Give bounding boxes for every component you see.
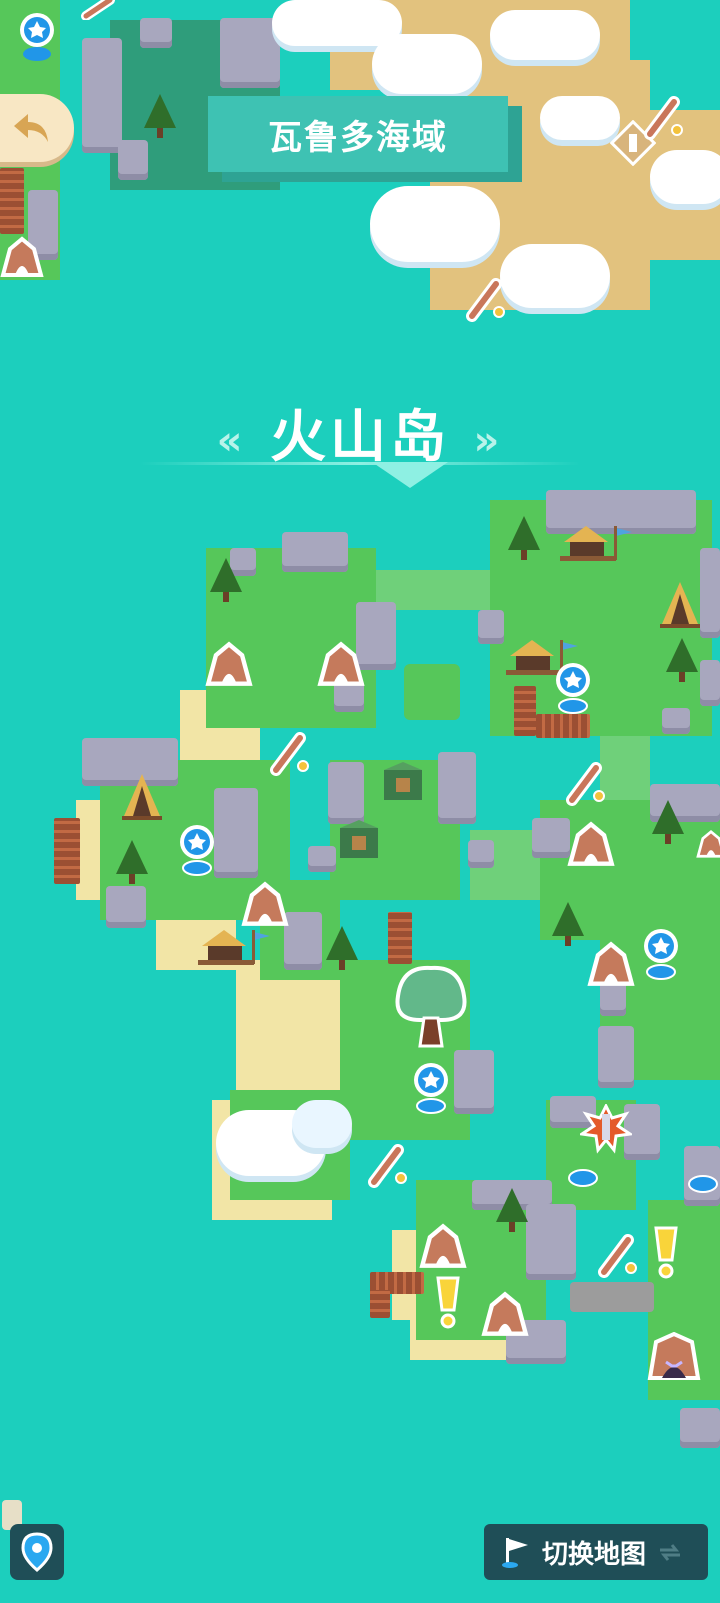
switch-map-button[interactable]: 切换地图: [484, 1524, 708, 1580]
rock: [118, 140, 148, 180]
rock: [438, 752, 476, 824]
wooden-bridge: [370, 1290, 390, 1318]
rock: [700, 548, 720, 638]
rock: [140, 18, 172, 48]
fishing-rod-icon[interactable]: [368, 1144, 408, 1188]
rock: [680, 1408, 720, 1448]
region-name-banner: 瓦鲁多海域: [208, 96, 508, 172]
wooden-bridge: [0, 168, 24, 234]
island-name: 火山岛: [270, 405, 450, 470]
tent-icon[interactable]: [120, 772, 164, 824]
cave-icon[interactable]: [316, 640, 366, 688]
pine-tree-icon: [144, 94, 176, 138]
locate-button[interactable]: [10, 1524, 64, 1580]
rock: [532, 818, 570, 858]
pine-tree-icon: [666, 638, 698, 682]
pine-tree-icon: [652, 800, 684, 844]
shrine-icon[interactable]: [336, 818, 382, 862]
tent-icon[interactable]: [658, 580, 702, 632]
blue-medal-icon[interactable]: [176, 822, 218, 876]
blue-medal-icon[interactable]: [686, 1170, 720, 1194]
region-name: 瓦鲁多海域: [268, 117, 448, 158]
fishing-rod-icon: [466, 278, 505, 322]
cloud: [372, 34, 482, 94]
switch-map-label: 切换地图: [542, 1539, 647, 1570]
cloud: [490, 10, 600, 60]
pine-tree-icon: [508, 516, 540, 560]
rock: [598, 1026, 634, 1088]
pine-tree-icon: [496, 1188, 528, 1232]
pine-tree-icon: [210, 558, 242, 602]
rock: [478, 610, 504, 644]
blue-medal-icon[interactable]: [410, 1060, 452, 1114]
rock: [308, 846, 336, 872]
pine-tree-icon: [552, 902, 584, 946]
blue-medal-icon: [20, 13, 54, 61]
back-arrow-icon: [14, 114, 48, 142]
battle-sword-icon[interactable]: [580, 1104, 632, 1154]
fishing-rod-icon[interactable]: [598, 1234, 638, 1278]
island-title-right-deco: »: [473, 417, 504, 464]
rock: [454, 1050, 494, 1114]
title-divider: [140, 462, 580, 465]
back-button[interactable]: [0, 94, 74, 162]
island-title: « 火山岛 »: [0, 392, 720, 473]
cave-icon[interactable]: [566, 820, 616, 868]
location-pin-icon: [21, 1532, 53, 1572]
rock: [700, 660, 720, 706]
wooden-bridge: [388, 912, 412, 964]
cycle-arrows-icon: [660, 1544, 681, 1561]
wooden-bridge: [514, 686, 536, 736]
wooden-bridge: [536, 714, 590, 738]
cave-icon[interactable]: [480, 1290, 530, 1338]
stone-bridge: [570, 1282, 654, 1312]
campsite-icon[interactable]: [196, 924, 272, 970]
cave-icon[interactable]: [240, 880, 290, 928]
cave-icon[interactable]: [586, 940, 636, 988]
fishing-rod-icon: [644, 96, 683, 140]
cloud: [292, 1100, 352, 1148]
grass-area: [404, 664, 460, 720]
blue-medal-icon[interactable]: [566, 1164, 600, 1188]
blue-medal-icon[interactable]: [552, 660, 594, 714]
cave-icon[interactable]: [696, 820, 720, 868]
rock: [220, 18, 280, 88]
cloud: [370, 186, 500, 262]
cloud: [540, 96, 620, 140]
fishing-rod-icon[interactable]: [566, 762, 606, 806]
title-pointer-icon: [372, 462, 448, 488]
rock: [214, 788, 258, 878]
campsite-icon[interactable]: [558, 520, 634, 566]
cloud: [650, 150, 720, 204]
pine-tree-icon: [116, 840, 148, 884]
fishing-rod-icon[interactable]: [270, 732, 310, 776]
wooden-bridge: [54, 818, 80, 884]
island-title-left-deco: «: [216, 417, 247, 464]
rock: [106, 886, 146, 928]
great-tree-landmark-icon[interactable]: [390, 962, 472, 1050]
rock: [468, 840, 494, 868]
pine-tree-icon: [326, 926, 358, 970]
cave-icon[interactable]: [204, 640, 254, 688]
fishing-rod-icon[interactable]: [80, 0, 120, 20]
rock: [82, 38, 122, 153]
cloud: [500, 244, 610, 308]
cave-icon[interactable]: [418, 1222, 468, 1270]
boss-monster-icon[interactable]: [646, 1332, 702, 1382]
rock: [526, 1204, 576, 1280]
cave-icon: [0, 236, 44, 277]
cave-marker[interactable]: [0, 232, 44, 286]
rock: [282, 532, 348, 572]
shrine-icon[interactable]: [380, 760, 426, 804]
rock: [328, 762, 364, 824]
fishing-spot-marker[interactable]: [644, 96, 684, 144]
fishing-spot-marker[interactable]: [466, 278, 506, 326]
rock: [662, 708, 690, 734]
blue-medal-marker[interactable]: [16, 10, 58, 66]
quest-exclamation-icon[interactable]: [652, 1226, 680, 1280]
flag-icon: [502, 1538, 528, 1568]
quest-exclamation-icon[interactable]: [434, 1276, 462, 1330]
cloud: [272, 0, 402, 46]
blue-medal-icon[interactable]: [640, 926, 682, 980]
